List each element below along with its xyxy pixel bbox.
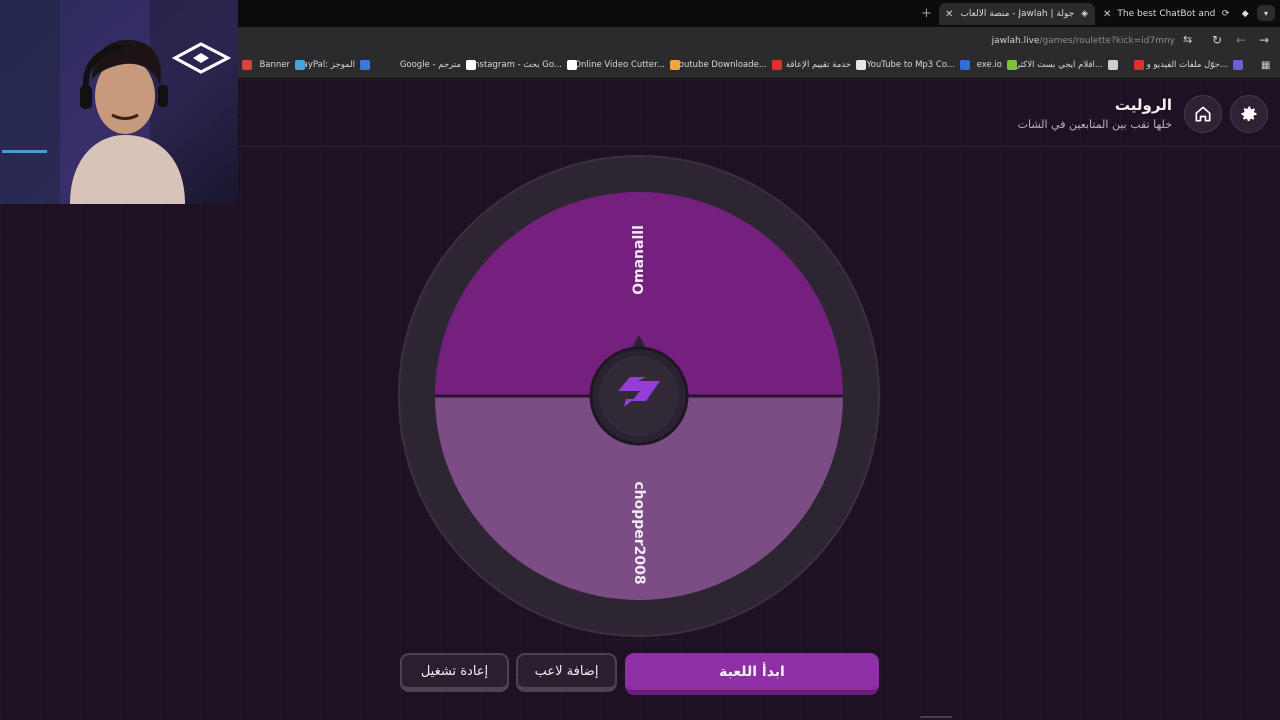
tab-search-button[interactable]: ▾ [1257, 5, 1275, 21]
paypal-icon [360, 60, 370, 70]
bookmark-item[interactable]: خدمة تقييم الإعاقة [786, 60, 866, 70]
settings-button[interactable] [1230, 95, 1268, 133]
add-player-button[interactable]: إضافة لاعب [516, 653, 617, 692]
bookmark-label: instagram - بحث Go... [471, 60, 562, 70]
scroll-indicator[interactable] [920, 716, 952, 718]
youtube-icon [1134, 60, 1144, 70]
video-cutter-icon [670, 60, 680, 70]
new-tab-button[interactable]: + [921, 6, 932, 21]
home-button[interactable] [1184, 95, 1222, 133]
segment-label-top: Omanalll [631, 225, 647, 295]
page-title: الروليت [1114, 96, 1172, 114]
bookmark-item[interactable]: Online Video Cutter... [574, 60, 680, 70]
back-arrow-icon[interactable]: → [1259, 33, 1269, 47]
bookmark-item[interactable]: PayPal: الموجز [298, 60, 370, 70]
bookmark-item[interactable] [1129, 60, 1144, 70]
bookmark-label: YouTube to Mp3 Co... [866, 60, 955, 70]
reload-icon[interactable]: ↻ [1212, 33, 1222, 47]
bookmark-item[interactable]: YouTube to Mp3 Co... [867, 60, 970, 70]
bookmark-item[interactable]: instagram - بحث Go... [472, 60, 577, 70]
headphone-icon [80, 85, 92, 109]
bookmark-label: Youtube Downloade... [674, 60, 767, 70]
bookmark-item[interactable]: Google - مترجم [400, 60, 476, 70]
start-game-button[interactable]: ابدأ اللعبة [625, 653, 879, 695]
segment-label-bottom: chopper2008 [631, 481, 647, 585]
streamer-camera-image [0, 0, 238, 204]
disability-icon [856, 60, 866, 70]
header-divider [238, 146, 1280, 147]
video-converter-icon [1233, 60, 1243, 70]
yt-downloader-icon [772, 60, 782, 70]
apps-grid-icon[interactable]: ▦ [1261, 60, 1270, 71]
url-path: /games/roulette?kick=id7mny [1039, 36, 1175, 46]
tab-title: The best ChatBot and Widg [1117, 9, 1216, 19]
bookmark-item[interactable]: Youtube Downloade... [675, 60, 782, 70]
bookmark-label: حوّل ملفات الفيديو و... [1146, 60, 1228, 70]
webcam-overlay [0, 0, 238, 204]
egybest-icon [1108, 60, 1118, 70]
tab-jawlah[interactable]: ✕ جولة | Jawlah - منصة الألعاب التـ ◈ [939, 3, 1095, 25]
bookmark-label: exe.io [976, 60, 1002, 70]
gmail-icon [242, 60, 252, 70]
gear-icon [1241, 106, 1257, 122]
roulette-wheel[interactable]: Omanalll chopper2008 [398, 155, 880, 637]
close-icon[interactable]: ✕ [1103, 9, 1111, 20]
bookmark-label: Banner [259, 60, 290, 70]
home-icon [1195, 106, 1211, 122]
bookmark-label: افلام ايجي بست الاكثر... [1015, 60, 1103, 70]
bookmark-item[interactable] [237, 60, 252, 70]
bookmark-item[interactable]: افلام ايجي بست الاكثر... [1016, 60, 1118, 70]
bookmark-label: خدمة تقييم الإعاقة [785, 60, 851, 70]
url-field[interactable]: jawlah.live/games/roulette?kick=id7mny [992, 36, 1175, 46]
close-icon[interactable]: ✕ [945, 9, 953, 20]
site-settings-icon[interactable]: ⇆ [1183, 33, 1192, 46]
tab-chatbot[interactable]: ✕ The best ChatBot and Widg ⟳ ◆ [1097, 3, 1255, 25]
google-icon [567, 60, 577, 70]
bookmark-label: PayPal: الموجز [297, 60, 355, 70]
forward-arrow-icon[interactable]: ← [1236, 33, 1246, 47]
chatbot-favicon-icon: ⟳ [1221, 9, 1230, 19]
shield-icon: ◆ [1241, 9, 1249, 19]
exeio-icon [1007, 60, 1017, 70]
bookmark-item[interactable]: حوّل ملفات الفيديو و... [1147, 60, 1243, 70]
yt-mp3-icon [960, 60, 970, 70]
jawlah-favicon-icon: ◈ [1081, 9, 1089, 19]
bookmark-item[interactable]: exe.io [977, 60, 1017, 70]
tab-title: جولة | Jawlah - منصة الألعاب التـ [959, 9, 1075, 19]
url-host: jawlah.live [991, 36, 1040, 46]
google-icon [466, 60, 476, 70]
banner-icon [295, 60, 305, 70]
bookmark-label: Google - مترجم [399, 60, 461, 70]
bookmark-item[interactable]: Banner [259, 60, 305, 70]
page-subtitle: خلها تقب بين المتابعين في الشات [1017, 118, 1172, 131]
bookmark-label: Online Video Cutter... [574, 60, 665, 70]
restart-button[interactable]: إعادة تشغيل [400, 653, 509, 692]
